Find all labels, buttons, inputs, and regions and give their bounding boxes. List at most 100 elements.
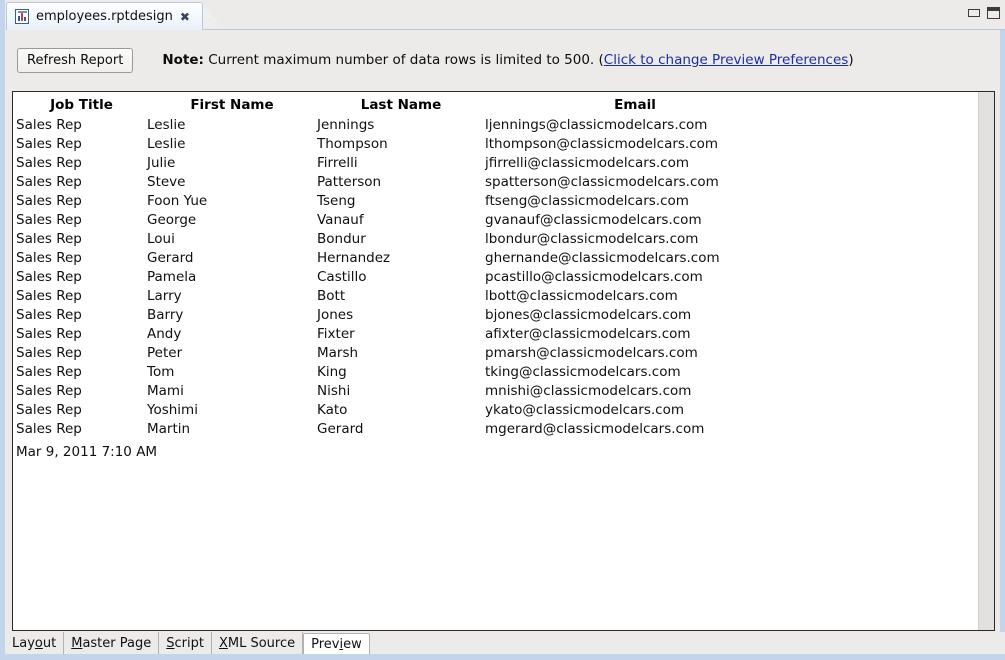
tab-label-mnemonic: X bbox=[219, 636, 228, 651]
cell-first-name: Larry bbox=[147, 287, 317, 306]
cell-last-name: Marsh bbox=[317, 344, 485, 363]
cell-email: ljennings@classicmodelcars.com bbox=[485, 116, 785, 135]
table-header-row: Job Title First Name Last Name Email bbox=[16, 97, 785, 116]
table-row: Sales RepGeorgeVanaufgvanauf@classicmode… bbox=[16, 211, 785, 230]
table-row: Sales RepGerardHernandezghernande@classi… bbox=[16, 249, 785, 268]
cell-last-name: Bott bbox=[317, 287, 485, 306]
report-table: Job Title First Name Last Name Email Sal… bbox=[16, 97, 785, 439]
cell-last-name: Vanauf bbox=[317, 211, 485, 230]
cell-first-name: Julie bbox=[147, 154, 317, 173]
editor-tab-layout[interactable]: Layout bbox=[5, 632, 64, 654]
cell-job-title: Sales Rep bbox=[16, 116, 147, 135]
window-right-edge bbox=[1000, 18, 1005, 660]
refresh-report-button[interactable]: Refresh Report bbox=[17, 48, 133, 73]
cell-job-title: Sales Rep bbox=[16, 401, 147, 420]
column-header-job-title: Job Title bbox=[16, 97, 147, 116]
cell-last-name: Nishi bbox=[317, 382, 485, 401]
table-row: Sales RepStevePattersonspatterson@classi… bbox=[16, 173, 785, 192]
cell-job-title: Sales Rep bbox=[16, 382, 147, 401]
preview-preferences-link[interactable]: Click to change Preview Preferences bbox=[604, 52, 849, 68]
table-row: Sales RepLeslieJenningsljennings@classic… bbox=[16, 116, 785, 135]
note-prefix: Note: bbox=[162, 52, 204, 68]
cell-job-title: Sales Rep bbox=[16, 325, 147, 344]
note-text-before: Current maximum number of data rows is l… bbox=[204, 52, 604, 68]
cell-first-name: Peter bbox=[147, 344, 317, 363]
cell-job-title: Sales Rep bbox=[16, 363, 147, 382]
cell-job-title: Sales Rep bbox=[16, 154, 147, 173]
cell-last-name: Patterson bbox=[317, 173, 485, 192]
cell-first-name: Leslie bbox=[147, 116, 317, 135]
table-row: Sales RepMartinGerardmgerard@classicmode… bbox=[16, 420, 785, 439]
cell-last-name: Thompson bbox=[317, 135, 485, 154]
editor-tab-script[interactable]: Script bbox=[159, 632, 212, 654]
report-design-icon bbox=[15, 9, 29, 24]
cell-job-title: Sales Rep bbox=[16, 287, 147, 306]
close-icon[interactable]: ✖ bbox=[180, 11, 190, 23]
report-preview-panel: Job Title First Name Last Name Email Sal… bbox=[12, 91, 995, 631]
window-left-edge bbox=[0, 0, 5, 660]
table-row: Sales RepFoon YueTsengftseng@classicmode… bbox=[16, 192, 785, 211]
editor-tab-strip: employees.rptdesign ✖ bbox=[5, 0, 1005, 30]
cell-last-name: Gerard bbox=[317, 420, 485, 439]
cell-email: pmarsh@classicmodelcars.com bbox=[485, 344, 785, 363]
cell-first-name: Loui bbox=[147, 230, 317, 249]
cell-email: lthompson@classicmodelcars.com bbox=[485, 135, 785, 154]
table-row: Sales RepYoshimiKatoykato@classicmodelca… bbox=[16, 401, 785, 420]
cell-email: pcastillo@classicmodelcars.com bbox=[485, 268, 785, 287]
cell-email: jfirrelli@classicmodelcars.com bbox=[485, 154, 785, 173]
cell-last-name: Bondur bbox=[317, 230, 485, 249]
cell-email: ghernande@classicmodelcars.com bbox=[485, 249, 785, 268]
cell-last-name: Castillo bbox=[317, 268, 485, 287]
report-designer-window: employees.rptdesign ✖ Refresh Report Not… bbox=[0, 0, 1005, 660]
editor-tab-master-page[interactable]: Master Page bbox=[64, 632, 159, 654]
cell-first-name: Tom bbox=[147, 363, 317, 382]
tab-employees-rptdesign[interactable]: employees.rptdesign ✖ bbox=[6, 2, 203, 30]
table-row: Sales RepPamelaCastillopcastillo@classic… bbox=[16, 268, 785, 287]
column-header-last-name: Last Name bbox=[317, 97, 485, 116]
cell-first-name: Martin bbox=[147, 420, 317, 439]
cell-first-name: Barry bbox=[147, 306, 317, 325]
tab-label-post: ew bbox=[343, 637, 362, 652]
cell-first-name: Yoshimi bbox=[147, 401, 317, 420]
cell-email: lbott@classicmodelcars.com bbox=[485, 287, 785, 306]
editor-tab-xml-source[interactable]: XML Source bbox=[212, 632, 303, 654]
cell-email: spatterson@classicmodelcars.com bbox=[485, 173, 785, 192]
editor-tabs-filler bbox=[370, 632, 1005, 654]
table-row: Sales RepAndyFixterafixter@classicmodelc… bbox=[16, 325, 785, 344]
cell-last-name: Tseng bbox=[317, 192, 485, 211]
tab-label-mnemonic: S bbox=[166, 636, 174, 651]
tab-strip-curve bbox=[201, 2, 261, 30]
minimize-icon[interactable] bbox=[968, 9, 980, 17]
column-header-first-name: First Name bbox=[147, 97, 317, 116]
cell-job-title: Sales Rep bbox=[16, 344, 147, 363]
tab-label: employees.rptdesign bbox=[36, 9, 173, 24]
cell-email: bjones@classicmodelcars.com bbox=[485, 306, 785, 325]
table-row: Sales RepJulieFirrellijfirrelli@classicm… bbox=[16, 154, 785, 173]
report-table-body: Sales RepLeslieJenningsljennings@classic… bbox=[16, 116, 785, 439]
report-timestamp: Mar 9, 2011 7:10 AM bbox=[16, 442, 994, 462]
cell-job-title: Sales Rep bbox=[16, 230, 147, 249]
table-row: Sales RepLouiBondurlbondur@classicmodelc… bbox=[16, 230, 785, 249]
tab-label-post: ut bbox=[43, 636, 56, 651]
cell-last-name: Jennings bbox=[317, 116, 485, 135]
cell-first-name: Pamela bbox=[147, 268, 317, 287]
tab-label-mnemonic: M bbox=[71, 636, 82, 651]
cell-email: lbondur@classicmodelcars.com bbox=[485, 230, 785, 249]
maximize-icon[interactable] bbox=[987, 7, 1000, 19]
note-text-after: ) bbox=[848, 52, 853, 68]
cell-job-title: Sales Rep bbox=[16, 173, 147, 192]
tab-label-post: aster Page bbox=[82, 636, 151, 651]
cell-job-title: Sales Rep bbox=[16, 420, 147, 439]
window-bottom-edge bbox=[0, 654, 1005, 660]
vertical-scrollbar[interactable] bbox=[978, 92, 994, 630]
cell-first-name: George bbox=[147, 211, 317, 230]
cell-job-title: Sales Rep bbox=[16, 135, 147, 154]
tab-label-post: ML Source bbox=[228, 636, 295, 651]
cell-last-name: Jones bbox=[317, 306, 485, 325]
editor-mode-tabs: LayoutMaster PageScriptXML SourcePreview bbox=[5, 632, 1005, 654]
editor-tab-preview[interactable]: Preview bbox=[303, 633, 370, 654]
cell-last-name: Hernandez bbox=[317, 249, 485, 268]
cell-last-name: Firrelli bbox=[317, 154, 485, 173]
preview-toolbar: Refresh Report Note: Current maximum num… bbox=[5, 36, 1000, 84]
cell-last-name: King bbox=[317, 363, 485, 382]
